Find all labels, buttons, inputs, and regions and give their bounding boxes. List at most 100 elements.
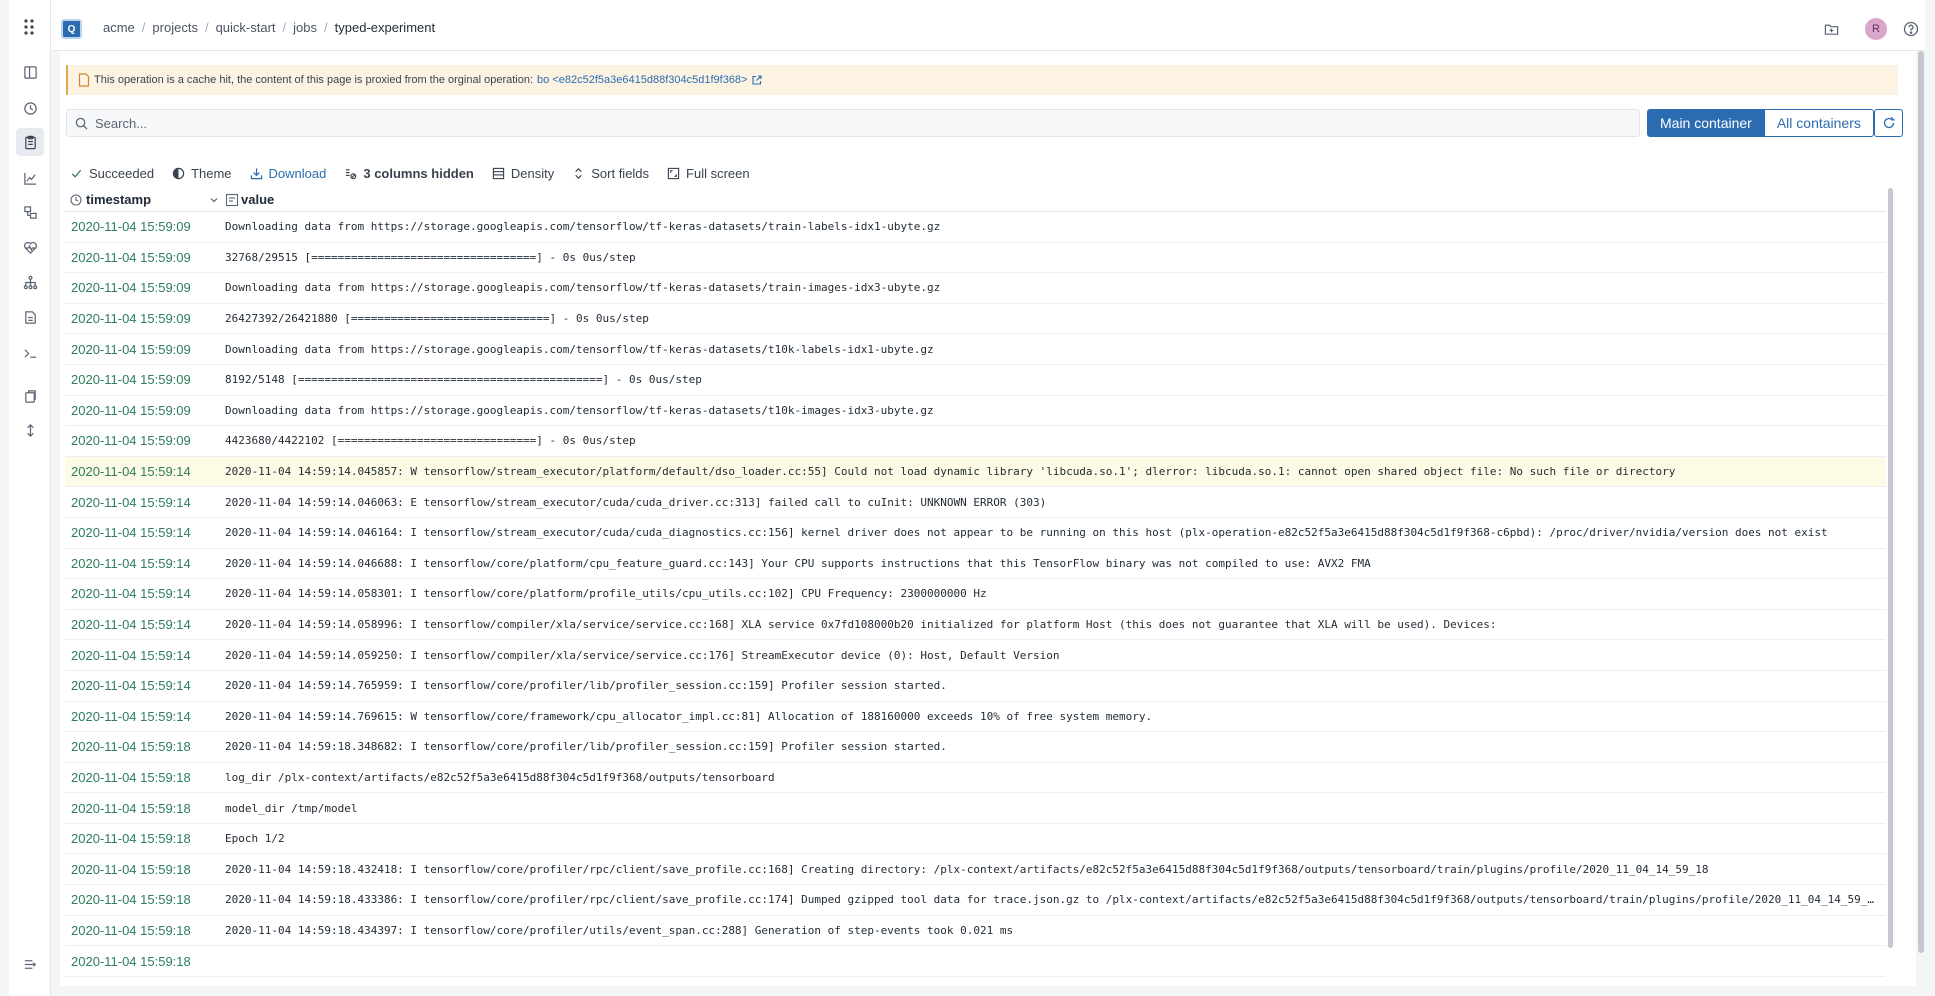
theme-button[interactable]: Theme [172, 166, 232, 181]
log-value-cell: 8192/5148 [=============================… [225, 373, 702, 387]
breadcrumb-separator: / [324, 20, 328, 35]
table-row[interactable]: 2020-11-04 15:59:14 2020-11-04 14:59:14.0… [65, 518, 1886, 549]
collapse-rail-icon[interactable] [16, 950, 44, 978]
table-row[interactable]: 2020-11-04 15:59:09 8192/5148 [==========… [65, 365, 1886, 396]
table-row[interactable]: 2020-11-04 15:59:09 26427392/26421880 [==… [65, 304, 1886, 335]
timestamp-column-header[interactable]: timestamp [65, 192, 225, 207]
download-button[interactable]: Download [250, 166, 326, 181]
cache-hit-notice: This operation is a cache hit, the conte… [66, 65, 1898, 95]
sort-fields-button[interactable]: Sort fields [572, 166, 649, 181]
timestamp-cell: 2020-11-04 15:59:14 [71, 678, 191, 694]
folder-icon[interactable] [1821, 19, 1841, 39]
all-containers-button[interactable]: All containers [1764, 109, 1874, 137]
log-value-cell: 32768/29515 [===========================… [225, 250, 636, 264]
table-row[interactable]: 2020-11-04 15:59:14 2020-11-04 14:59:14.7… [65, 702, 1886, 733]
breadcrumb-separator: / [141, 20, 146, 35]
log-value-cell: 2020-11-04 14:59:14.046164: I tensorflow… [225, 526, 1828, 540]
table-row[interactable]: 2020-11-04 15:59:09 Downloading data from… [65, 334, 1886, 365]
rail-dashboards-icon[interactable] [16, 164, 44, 192]
external-link-icon[interactable] [752, 75, 763, 85]
table-row[interactable]: 2020-11-04 15:59:14 2020-11-04 14:59:14.7… [65, 671, 1886, 702]
rail-copy-icon[interactable] [16, 382, 44, 410]
log-value-cell: 26427392/26421880 [=====================… [225, 312, 649, 326]
table-header: timestamp value [65, 188, 1886, 212]
log-value-cell: 2020-11-04 14:59:14.058301: I tensorflow… [225, 587, 987, 601]
rail-compare-icon[interactable] [16, 416, 44, 444]
table-row[interactable]: 2020-11-04 15:59:09 Downloading data from… [65, 212, 1886, 243]
table-row[interactable]: 2020-11-04 15:59:14 2020-11-04 14:59:14.0… [65, 640, 1886, 671]
log-value-cell: 2020-11-04 14:59:18.433386: I tensorflow… [225, 893, 1880, 907]
hidden-columns-button[interactable]: 3 columns hidden [344, 166, 474, 181]
breadcrumb-projects[interactable]: projects [152, 20, 198, 35]
breadcrumb-org[interactable]: acme [103, 20, 135, 35]
density-label: Density [510, 165, 555, 181]
table-row[interactable]: 2020-11-04 15:59:09 Downloading data from… [65, 396, 1886, 427]
rail-lineage-icon[interactable] [16, 198, 44, 226]
original-operation-link[interactable]: bo <e82c52f5a3e6415d88f304c5d1f9f368> [537, 74, 747, 86]
table-scrollbar[interactable] [1888, 188, 1893, 948]
table-row[interactable]: 2020-11-04 15:59:09 4423680/4422102 [====… [65, 426, 1886, 457]
help-icon[interactable] [1901, 19, 1921, 39]
rail-history-icon[interactable] [16, 94, 44, 122]
log-value-cell: Downloading data from https://storage.go… [225, 403, 934, 417]
table-row[interactable]: 2020-11-04 15:59:18 model_dir /tmp/model [65, 793, 1886, 824]
timestamp-cell: 2020-11-04 15:59:09 [71, 402, 191, 418]
table-row[interactable]: 2020-11-04 15:59:14 2020-11-04 14:59:14.0… [65, 579, 1886, 610]
table-row[interactable]: 2020-11-04 15:59:18 Epoch 1/2 [65, 824, 1886, 855]
table-row[interactable]: 2020-11-04 15:59:14 2020-11-04 14:59:14.0… [65, 487, 1886, 518]
breadcrumb-project[interactable]: quick-start [216, 20, 276, 35]
table-row[interactable]: 2020-11-04 15:59:18 [65, 946, 1886, 977]
rail-files-icon[interactable] [16, 303, 44, 331]
left-rail [9, 0, 51, 996]
apps-grid-icon[interactable] [21, 18, 39, 36]
log-value-cell: 2020-11-04 14:59:14.765959: I tensorflow… [225, 679, 947, 693]
table-row[interactable]: 2020-11-04 15:59:18 log_dir /plx-context/… [65, 763, 1886, 794]
breadcrumb-jobs[interactable]: jobs [293, 20, 317, 35]
rail-terminal-icon[interactable] [16, 339, 44, 367]
value-column-header[interactable]: value [225, 192, 274, 207]
table-row[interactable]: 2020-11-04 15:59:18 2020-11-04 14:59:18.4… [65, 854, 1886, 886]
timestamp-cell: 2020-11-04 15:59:14 [71, 647, 191, 663]
search-input[interactable] [95, 115, 1581, 131]
refresh-button[interactable] [1874, 109, 1903, 137]
table-row[interactable]: 2020-11-04 15:59:14 2020-11-04 14:59:14.0… [65, 549, 1886, 580]
table-row[interactable]: 2020-11-04 15:59:09 32768/29515 [========… [65, 243, 1886, 274]
log-value-cell: log_dir /plx-context/artifacts/e82c52f5a… [225, 770, 775, 784]
chevron-down-icon[interactable] [209, 195, 219, 205]
download-icon [250, 167, 262, 179]
timestamp-cell: 2020-11-04 15:59:09 [71, 249, 191, 265]
table-row[interactable]: 2020-11-04 15:59:14 2020-11-04 14:59:14.0… [65, 456, 1886, 488]
search-icon [75, 117, 88, 130]
timestamp-cell: 2020-11-04 15:59:18 [71, 831, 191, 847]
page-scrollbar[interactable] [1918, 51, 1924, 953]
document-icon [78, 73, 90, 87]
timestamp-cell: 2020-11-04 15:59:14 [71, 494, 191, 510]
log-value-cell: Epoch 1/2 [225, 832, 285, 846]
org-badge[interactable]: Q [61, 19, 82, 39]
timestamp-cell: 2020-11-04 15:59:14 [71, 525, 191, 541]
log-value-cell: 2020-11-04 14:59:14.046688: I tensorflow… [225, 556, 1371, 570]
breadcrumb: acme / projects / quick-start / jobs / t… [103, 20, 435, 35]
avatar[interactable]: R [1865, 18, 1887, 40]
table-row[interactable]: 2020-11-04 15:59:14 2020-11-04 14:59:14.0… [65, 610, 1886, 641]
rail-health-icon[interactable] [16, 233, 44, 261]
full-screen-button[interactable]: Full screen [667, 166, 750, 181]
density-icon [492, 167, 505, 179]
rail-overview-icon[interactable] [16, 58, 44, 86]
table-row[interactable]: 2020-11-04 15:59:18 2020-11-04 14:59:18.4… [65, 916, 1886, 947]
full-screen-label: Full screen [686, 165, 750, 181]
log-value-cell: 4423680/4422102 [=======================… [225, 434, 636, 448]
rail-logs-icon[interactable] [16, 128, 44, 156]
timestamp-cell: 2020-11-04 15:59:09 [71, 219, 191, 235]
table-row[interactable]: 2020-11-04 15:59:18 2020-11-04 14:59:18.4… [65, 885, 1886, 916]
timestamp-cell: 2020-11-04 15:59:18 [71, 739, 191, 755]
search-box [66, 109, 1640, 137]
timestamp-cell: 2020-11-04 15:59:18 [71, 800, 191, 816]
table-row[interactable]: 2020-11-04 15:59:09 Downloading data from… [65, 273, 1886, 304]
main-container-button[interactable]: Main container [1647, 109, 1765, 137]
log-value-cell: Downloading data from https://storage.go… [225, 342, 934, 356]
density-button[interactable]: Density [492, 166, 554, 181]
table-row[interactable]: 2020-11-04 15:59:18 2020-11-04 14:59:18.3… [65, 732, 1886, 763]
rail-graph-icon[interactable] [16, 268, 44, 296]
timestamp-cell: 2020-11-04 15:59:18 [71, 861, 191, 877]
